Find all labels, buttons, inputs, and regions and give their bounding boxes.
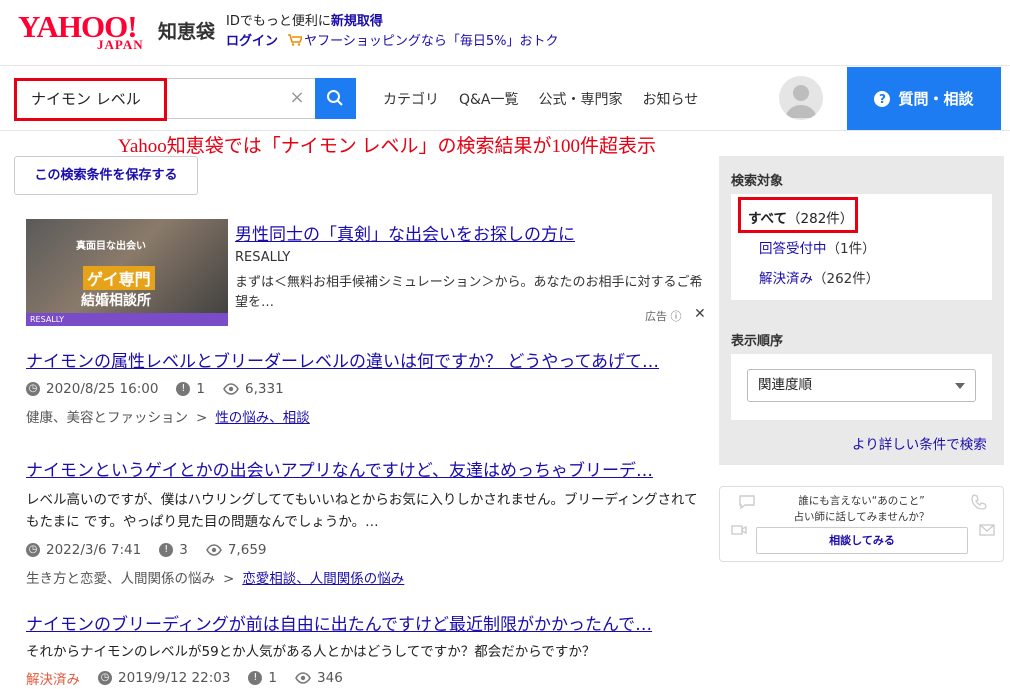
ad-thumb-text: 真面目な出会い bbox=[76, 241, 146, 252]
target-all-count: （282件） bbox=[787, 211, 854, 227]
ad-thumb-text-2: 結婚相談所 bbox=[81, 293, 151, 309]
ad-info-icon: ⓘ bbox=[670, 310, 682, 323]
clock-icon: ◷ bbox=[26, 543, 40, 557]
ad-description: まずは＜無料お相手候補シミュレーション＞から。あなたのお相手に対するご希望を… bbox=[235, 275, 703, 310]
sort-order-value: 関連度順 bbox=[758, 377, 812, 393]
breadcrumb-separator: > bbox=[196, 410, 208, 426]
fortune-text-1: 誰にも言えない“あのこと” bbox=[798, 495, 925, 507]
result-title-link[interactable]: ナイモンのブリーディングが前は自由に出たんですけど最近制限がかかったんで… bbox=[26, 610, 706, 635]
promo-text: IDでもっと便利に bbox=[226, 14, 331, 29]
result-views: 6,331 bbox=[245, 381, 284, 397]
id-promo: IDでもっと便利に新規取得 ログイン ヤフーショッピングなら「毎日5%」おトク bbox=[226, 12, 559, 52]
register-link[interactable]: 新規取得 bbox=[331, 14, 383, 29]
logo-service-name: 知恵袋 bbox=[158, 21, 216, 43]
clock-icon: ◷ bbox=[98, 671, 112, 685]
target-all-label: すべて bbox=[748, 211, 788, 227]
result-meta: 解決済み ◷ 2019/9/12 22:03 ! 1 346 bbox=[26, 669, 706, 688]
target-solved-count: （262件） bbox=[813, 271, 880, 287]
result-date: 2022/3/6 7:41 bbox=[46, 542, 142, 558]
ad-source: RESALLY bbox=[235, 250, 291, 265]
sort-order-heading: 表示順序 bbox=[731, 334, 784, 349]
ad-label-text: 広告 bbox=[645, 310, 667, 323]
category-link[interactable]: 恋愛相談、人間関係の悩み bbox=[242, 571, 404, 587]
ask-button-label: 質問・相談 bbox=[898, 90, 974, 108]
nav-link-category[interactable]: カテゴリ bbox=[383, 92, 439, 108]
category-parent[interactable]: 健康、美容とファッション bbox=[26, 410, 188, 426]
shopping-promo-link[interactable]: ヤフーショッピングなら「毎日5%」おトク bbox=[304, 34, 558, 49]
result-category: 健康、美容とファッション > 性の悩み、相談 bbox=[26, 406, 706, 426]
search-target-heading: 検索対象 bbox=[731, 174, 784, 189]
search-box: × bbox=[14, 78, 315, 119]
answers-icon: ! bbox=[176, 382, 191, 396]
target-solved-label: 解決済み bbox=[759, 271, 813, 287]
solved-status: 解決済み bbox=[26, 672, 80, 688]
result-item: ナイモンの属性レベルとブリーダーレベルの違いは何ですか？ どうやってあげて… ◷… bbox=[26, 347, 706, 426]
fortune-text-2: 占い師に話してみませんか？ bbox=[793, 511, 930, 523]
result-views: 346 bbox=[317, 670, 343, 686]
result-snippet: レベル高いのですが、僕はハウリングしててもいいねとからお気に入りしかされません。… bbox=[26, 492, 698, 530]
result-item: ナイモンというゲイとかの出会いアプリなんですけど、友達はめっちゃブリーデ… レベ… bbox=[26, 456, 706, 587]
question-icon: ? bbox=[874, 90, 891, 107]
nav-link-news[interactable]: お知らせ bbox=[643, 92, 699, 108]
fortune-consult-button[interactable]: 相談してみる bbox=[756, 527, 968, 554]
result-date: 2020/8/25 16:00 bbox=[46, 381, 159, 397]
views-icon bbox=[205, 544, 222, 556]
nav-links: カテゴリ Q&A一覧 公式・専門家 お知らせ bbox=[383, 89, 718, 109]
views-icon bbox=[295, 672, 311, 684]
result-views: 7,659 bbox=[227, 542, 267, 558]
category-link[interactable]: 性の悩み、相談 bbox=[215, 410, 310, 426]
result-answers: 3 bbox=[179, 542, 188, 558]
result-count-annotation: Yahoo知恵袋では「ナイモン レベル」の検索結果が100件超表示 bbox=[118, 136, 657, 157]
save-search-condition-button[interactable]: この検索条件を保存する bbox=[14, 156, 198, 195]
ad-title-link[interactable]: 男性同士の「真剣」な出会いをお探しの方に bbox=[235, 220, 575, 245]
category-parent[interactable]: 生き方と恋愛、人間関係の悩み bbox=[26, 571, 215, 587]
user-avatar[interactable] bbox=[779, 76, 823, 120]
advanced-search-link[interactable]: より詳しい条件で検索 bbox=[852, 433, 987, 453]
result-category: 生き方と恋愛、人間関係の悩み > 恋愛相談、人間関係の悩み bbox=[26, 567, 706, 587]
ask-question-button[interactable]: ? 質問・相談 bbox=[847, 67, 1001, 130]
ad-thumb-brand: RESALLY bbox=[26, 313, 228, 326]
clock-icon: ◷ bbox=[26, 382, 40, 396]
answers-icon: ! bbox=[159, 543, 174, 557]
clear-search-icon[interactable]: × bbox=[289, 89, 305, 107]
target-open-count: （1件） bbox=[826, 241, 876, 257]
logo-japan-text: JAPAN bbox=[97, 37, 144, 52]
answers-icon: ! bbox=[248, 671, 263, 685]
search-button[interactable] bbox=[315, 78, 356, 119]
ad-block: 真面目な出会い ゲイ専門 結婚相談所 RESALLY 男性同士の「真剣」な出会い… bbox=[26, 219, 710, 327]
result-date: 2019/9/12 22:03 bbox=[118, 670, 231, 686]
user-silhouette-icon bbox=[785, 85, 817, 118]
result-meta: ◷ 2022/3/6 7:41 ! 3 7,659 bbox=[26, 541, 706, 559]
result-title-link[interactable]: ナイモンというゲイとかの出会いアプリなんですけど、友達はめっちゃブリーデ… bbox=[26, 456, 706, 481]
breadcrumb-separator: > bbox=[223, 571, 235, 587]
fortune-consult-banner: 誰にも言えない“あのこと” 占い師に話してみませんか？ 相談してみる bbox=[719, 486, 1004, 562]
result-meta: ◷ 2020/8/25 16:00 ! 1 6,331 bbox=[26, 380, 706, 398]
shopping-cart-icon bbox=[288, 33, 304, 46]
nav-link-qa-list[interactable]: Q&A一覧 bbox=[459, 92, 519, 108]
target-open[interactable]: 回答受付中（1件） bbox=[759, 237, 876, 257]
yahoo-chiebukuro-logo[interactable]: YAHOO! JAPAN 知恵袋 bbox=[18, 10, 218, 54]
ad-thumbnail[interactable]: 真面目な出会い ゲイ専門 結婚相談所 RESALLY bbox=[26, 219, 228, 326]
views-icon bbox=[223, 383, 239, 395]
result-answers: 1 bbox=[196, 381, 206, 397]
target-solved[interactable]: 解決済み（262件） bbox=[759, 267, 879, 287]
result-item: ナイモンのブリーディングが前は自由に出たんですけど最近制限がかかったんで… それ… bbox=[26, 610, 706, 688]
result-snippet: それからナイモンのレベルが59とか人気がある人とかはどうしてですか？都会だからで… bbox=[26, 644, 596, 660]
target-all[interactable]: すべて（282件） bbox=[748, 207, 853, 227]
ad-close-icon[interactable]: ✕ bbox=[694, 306, 706, 322]
sort-order-select[interactable]: 関連度順 bbox=[747, 369, 976, 402]
result-answers: 1 bbox=[268, 670, 278, 686]
ad-label[interactable]: 広告 ⓘ bbox=[645, 308, 682, 324]
search-input[interactable] bbox=[15, 79, 285, 118]
dropdown-arrow-icon bbox=[955, 383, 965, 389]
top-header: YAHOO! JAPAN 知恵袋 IDでもっと便利に新規取得 ログイン ヤフーシ… bbox=[0, 0, 1010, 66]
ad-thumb-badge: ゲイ専門 bbox=[83, 266, 155, 290]
login-link[interactable]: ログイン bbox=[226, 34, 278, 49]
nav-link-official-experts[interactable]: 公式・専門家 bbox=[539, 92, 623, 108]
target-open-label: 回答受付中 bbox=[759, 241, 827, 257]
result-title-link[interactable]: ナイモンの属性レベルとブリーダーレベルの違いは何ですか？ どうやってあげて… bbox=[26, 347, 706, 372]
search-icon bbox=[327, 90, 343, 106]
